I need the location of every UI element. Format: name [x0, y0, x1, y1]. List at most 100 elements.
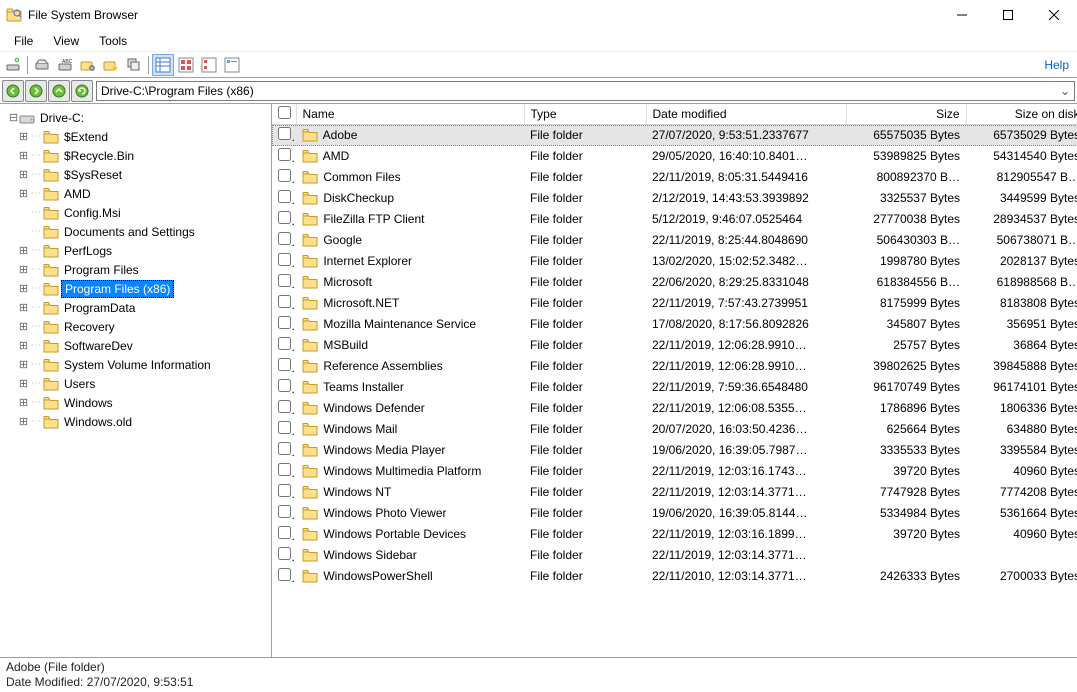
- cascade-button[interactable]: [123, 54, 145, 76]
- folder-gear-button[interactable]: [77, 54, 99, 76]
- select-all-checkbox[interactable]: [272, 104, 296, 125]
- row-checkbox[interactable]: [272, 566, 296, 587]
- col-type[interactable]: Type: [524, 104, 646, 125]
- table-row[interactable]: Windows Media PlayerFile folder19/06/202…: [272, 440, 1077, 461]
- table-row[interactable]: FileZilla FTP ClientFile folder5/12/2019…: [272, 209, 1077, 230]
- up-button[interactable]: [48, 80, 70, 102]
- row-checkbox[interactable]: [272, 482, 296, 503]
- tree-node[interactable]: ⊞⋯Users: [0, 374, 271, 393]
- expand-icon[interactable]: ⊞: [18, 149, 29, 162]
- expand-icon[interactable]: ⊞: [18, 320, 29, 333]
- view-list-button[interactable]: [221, 54, 243, 76]
- row-checkbox[interactable]: [272, 146, 296, 167]
- table-row[interactable]: Mozilla Maintenance ServiceFile folder17…: [272, 314, 1077, 335]
- expand-icon[interactable]: ⊞: [18, 263, 29, 276]
- expand-icon[interactable]: ⊞: [18, 130, 29, 143]
- table-row[interactable]: AMDFile folder29/05/2020, 16:40:10.8401……: [272, 146, 1077, 167]
- menu-tools[interactable]: Tools: [89, 32, 137, 50]
- table-row[interactable]: WindowsPowerShellFile folder22/11/2010, …: [272, 566, 1077, 587]
- close-button[interactable]: [1031, 0, 1077, 30]
- row-checkbox[interactable]: [272, 335, 296, 356]
- table-row[interactable]: Windows Portable DevicesFile folder22/11…: [272, 524, 1077, 545]
- expand-icon[interactable]: ⊞: [18, 301, 29, 314]
- tree-node[interactable]: ⊞⋯$Recycle.Bin: [0, 146, 271, 165]
- tree-node[interactable]: ⊞⋯ProgramData: [0, 298, 271, 317]
- view-details-button[interactable]: [152, 54, 174, 76]
- tree-node[interactable]: ⊞⋯$SysReset: [0, 165, 271, 184]
- tree-node[interactable]: ⊞⋯Windows.old: [0, 412, 271, 431]
- row-checkbox[interactable]: [272, 272, 296, 293]
- expand-icon[interactable]: ⊞: [18, 244, 29, 257]
- table-row[interactable]: Windows SidebarFile folder22/11/2019, 12…: [272, 545, 1077, 566]
- table-row[interactable]: Reference AssembliesFile folder22/11/201…: [272, 356, 1077, 377]
- table-row[interactable]: AdobeFile folder27/07/2020, 9:53:51.2337…: [272, 125, 1077, 146]
- col-date[interactable]: Date modified: [646, 104, 846, 125]
- table-row[interactable]: Windows DefenderFile folder22/11/2019, 1…: [272, 398, 1077, 419]
- menu-file[interactable]: File: [4, 32, 43, 50]
- expand-icon[interactable]: ⊞: [18, 415, 29, 428]
- tree-node[interactable]: ⊞⋯PerfLogs: [0, 241, 271, 260]
- add-drive-button[interactable]: [2, 54, 24, 76]
- row-checkbox[interactable]: [272, 398, 296, 419]
- col-size[interactable]: Size: [846, 104, 966, 125]
- path-combobox[interactable]: Drive-C:\Program Files (x86) ⌄: [96, 81, 1075, 101]
- tree-node[interactable]: ⊞⋯Program Files (x86): [0, 279, 271, 298]
- row-checkbox[interactable]: [272, 419, 296, 440]
- col-size-disk[interactable]: Size on disk: [966, 104, 1077, 125]
- table-row[interactable]: Internet ExplorerFile folder13/02/2020, …: [272, 251, 1077, 272]
- back-button[interactable]: [2, 80, 24, 102]
- tree-node[interactable]: ⊞⋯Program Files: [0, 260, 271, 279]
- row-checkbox[interactable]: [272, 251, 296, 272]
- row-checkbox[interactable]: [272, 209, 296, 230]
- menu-view[interactable]: View: [43, 32, 89, 50]
- tree-node[interactable]: ⊞⋯System Volume Information: [0, 355, 271, 374]
- row-checkbox[interactable]: [272, 377, 296, 398]
- tree-pane[interactable]: ⊟Drive-C:⊞⋯$Extend⊞⋯$Recycle.Bin⊞⋯$SysRe…: [0, 104, 272, 657]
- table-row[interactable]: Windows NTFile folder22/11/2019, 12:03:1…: [272, 482, 1077, 503]
- expand-icon[interactable]: ⊞: [18, 339, 29, 352]
- table-row[interactable]: MSBuildFile folder22/11/2019, 12:06:28.9…: [272, 335, 1077, 356]
- maximize-button[interactable]: [985, 0, 1031, 30]
- tree-node[interactable]: ⊞⋯$Extend: [0, 127, 271, 146]
- row-checkbox[interactable]: [272, 230, 296, 251]
- table-row[interactable]: Windows Photo ViewerFile folder19/06/202…: [272, 503, 1077, 524]
- expand-icon[interactable]: ⊞: [18, 377, 29, 390]
- col-name[interactable]: Name: [296, 104, 524, 125]
- row-checkbox[interactable]: [272, 461, 296, 482]
- row-checkbox[interactable]: [272, 524, 296, 545]
- table-row[interactable]: Common FilesFile folder22/11/2019, 8:05:…: [272, 167, 1077, 188]
- tree-root[interactable]: ⊟Drive-C:: [0, 108, 271, 127]
- folder-star-button[interactable]: [100, 54, 122, 76]
- table-row[interactable]: Teams InstallerFile folder22/11/2019, 7:…: [272, 377, 1077, 398]
- tree-node[interactable]: ⊞⋯AMD: [0, 184, 271, 203]
- table-row[interactable]: MicrosoftFile folder22/06/2020, 8:29:25.…: [272, 272, 1077, 293]
- refresh-button[interactable]: [71, 80, 93, 102]
- help-link[interactable]: Help: [1044, 58, 1069, 72]
- table-row[interactable]: DiskCheckupFile folder2/12/2019, 14:43:5…: [272, 188, 1077, 209]
- expand-icon[interactable]: ⊞: [18, 282, 29, 295]
- row-checkbox[interactable]: [272, 125, 296, 146]
- row-checkbox[interactable]: [272, 545, 296, 566]
- table-row[interactable]: Windows MailFile folder20/07/2020, 16:03…: [272, 419, 1077, 440]
- table-row[interactable]: Microsoft.NETFile folder22/11/2019, 7:57…: [272, 293, 1077, 314]
- row-checkbox[interactable]: [272, 293, 296, 314]
- view-large-icons-button[interactable]: [175, 54, 197, 76]
- minimize-button[interactable]: [939, 0, 985, 30]
- tree-node[interactable]: ⊞⋯Recovery: [0, 317, 271, 336]
- row-checkbox[interactable]: [272, 503, 296, 524]
- expand-icon[interactable]: ⊞: [18, 168, 29, 181]
- view-abc-button[interactable]: ABC: [54, 54, 76, 76]
- row-checkbox[interactable]: [272, 356, 296, 377]
- collapse-icon[interactable]: ⊟: [8, 111, 19, 124]
- table-row[interactable]: Windows Multimedia PlatformFile folder22…: [272, 461, 1077, 482]
- row-checkbox[interactable]: [272, 314, 296, 335]
- row-checkbox[interactable]: [272, 167, 296, 188]
- view-small-icons-button[interactable]: [198, 54, 220, 76]
- tree-node[interactable]: ⊞⋯SoftwareDev: [0, 336, 271, 355]
- list-scroll[interactable]: Name Type Date modified Size Size on dis…: [272, 104, 1077, 657]
- tree-node[interactable]: ⋯Config.Msi: [0, 203, 271, 222]
- table-row[interactable]: GoogleFile folder22/11/2019, 8:25:44.804…: [272, 230, 1077, 251]
- expand-icon[interactable]: ⊞: [18, 358, 29, 371]
- expand-icon[interactable]: ⊞: [18, 187, 29, 200]
- open-drive-button[interactable]: [31, 54, 53, 76]
